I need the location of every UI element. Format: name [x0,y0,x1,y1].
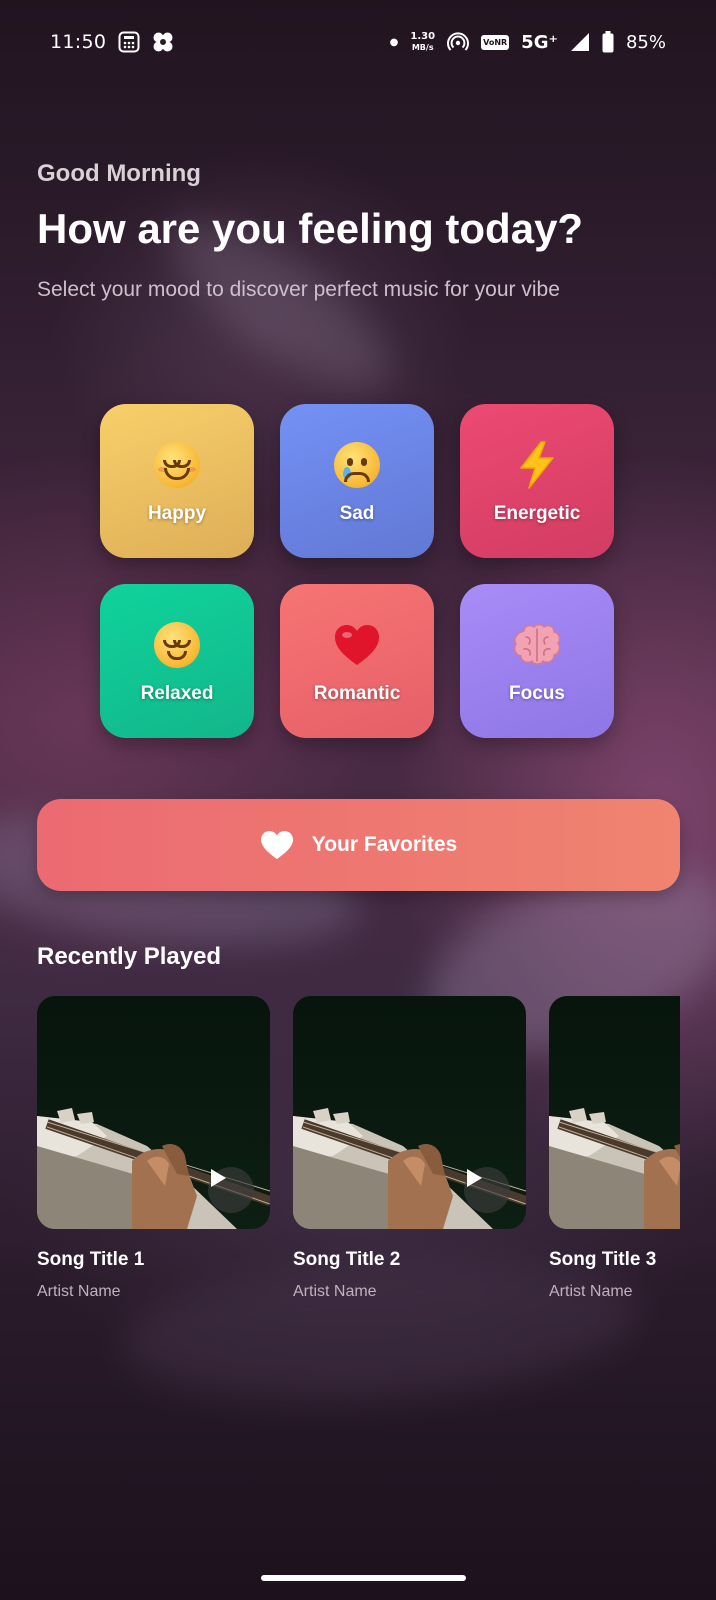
home-indicator[interactable] [261,1575,466,1581]
favorites-button[interactable]: Your Favorites [37,799,680,891]
mood-label: Relaxed [140,683,214,704]
recently-played-list[interactable]: Song Title 1 Artist Name Song Title 2 Ar… [37,996,680,1316]
brain-icon [512,617,562,673]
network-speed-unit: MB/s [411,43,434,52]
network-type: 5G⁺ [521,31,558,53]
page-subtitle: Select your mood to discover perfect mus… [37,278,560,301]
mood-card-focus[interactable]: Focus [460,584,614,738]
crying-face-icon [334,437,380,493]
play-button[interactable] [464,1167,510,1213]
song-title: Song Title 2 [293,1249,401,1270]
calculator-icon [118,31,140,53]
hotspot-icon [447,31,470,53]
mood-card-relaxed[interactable]: Relaxed [100,584,254,738]
greeting-text: Good Morning [37,160,201,187]
mood-label: Energetic [493,503,581,524]
app-shortcut-icon [152,31,174,53]
mood-label: Happy [147,503,207,524]
album-art [549,996,680,1229]
favorites-label: Your Favorites [311,833,458,856]
mood-label: Sad [339,503,375,524]
mood-grid: Happy Sad Energetic Relaxed Romantic Foc… [100,404,616,738]
play-button[interactable] [208,1167,254,1213]
song-card[interactable]: Song Title 2 Artist Name [293,996,526,1301]
relieved-face-icon [154,617,200,673]
song-artist: Artist Name [293,1283,377,1300]
mood-label: Focus [509,683,565,704]
heart-icon [333,617,381,673]
page-title: How are you feeling today? [37,205,584,252]
smiling-face-icon [154,437,200,493]
mood-card-happy[interactable]: Happy [100,404,254,558]
song-title: Song Title 1 [37,1249,145,1270]
play-icon [467,1169,482,1187]
network-speed: 1.30 MB/s [410,31,435,53]
song-card[interactable]: Song Title 1 Artist Name [37,996,270,1301]
mood-card-romantic[interactable]: Romantic [280,584,434,738]
mood-card-sad[interactable]: Sad [280,404,434,558]
vonr-badge: VoNR [481,34,510,50]
network-speed-value: 1.30 [410,31,436,42]
notification-dot-icon: ● [389,36,399,48]
play-icon [211,1169,226,1187]
status-bar: 11:50 ● 1.30 MB/s VoNR 5G⁺ 85% [0,0,716,84]
song-artist: Artist Name [549,1283,633,1300]
album-art [37,996,270,1229]
heart-icon [260,830,294,860]
song-card[interactable]: Song Title 3 Artist Name [549,996,680,1301]
album-art [293,996,526,1229]
song-artist: Artist Name [37,1283,121,1300]
battery-icon [602,31,614,53]
status-time: 11:50 [50,31,107,53]
mood-label: Romantic [313,683,401,704]
lightning-icon [515,437,559,493]
signal-icon [570,32,590,52]
recently-played-title: Recently Played [37,943,222,970]
battery-level: 85% [625,31,666,53]
song-title: Song Title 3 [549,1249,657,1270]
mood-card-energetic[interactable]: Energetic [460,404,614,558]
